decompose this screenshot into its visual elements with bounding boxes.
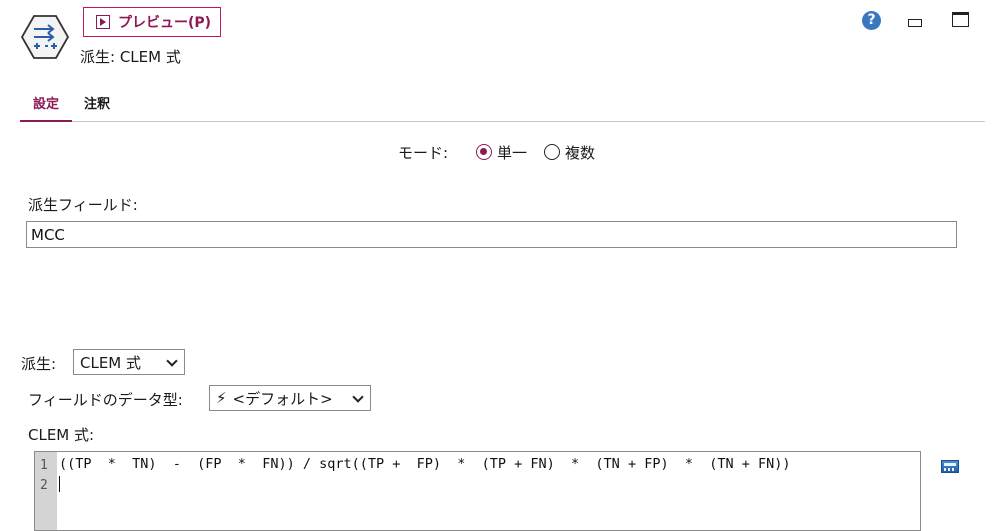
derive-as-label: 派生: <box>21 355 57 373</box>
derive-field-input[interactable] <box>26 221 957 248</box>
mode-multiple-label[interactable]: 複数 <box>565 142 595 163</box>
expression-line[interactable]: ((TP * TN) - (FP * FN)) / sqrt((TP + FP)… <box>59 456 791 472</box>
expression-builder-icon[interactable] <box>941 460 959 473</box>
minimize-icon[interactable] <box>908 19 922 27</box>
play-icon <box>96 15 110 29</box>
line-number: 1 <box>40 458 48 473</box>
lightning-icon: ⚡ <box>216 389 227 407</box>
mode-single-radio[interactable] <box>476 144 492 160</box>
mode-label: モード: <box>398 144 449 162</box>
preview-label: プレビュー(P) <box>118 15 212 31</box>
text-caret <box>59 476 60 492</box>
tab-annotations[interactable]: 注釈 <box>84 93 110 112</box>
preview-button[interactable]: プレビュー(P) <box>83 7 221 37</box>
field-type-label: フィールドのデータ型: <box>28 391 183 409</box>
active-tab-indicator <box>20 120 72 122</box>
tab-divider <box>20 121 985 122</box>
derive-node-icon <box>20 14 70 60</box>
line-number: 2 <box>40 478 48 493</box>
chevron-down-icon <box>166 355 178 367</box>
maximize-icon[interactable] <box>952 12 969 27</box>
field-type-value: <デフォルト> <box>232 389 333 408</box>
clem-expression-label: CLEM 式: <box>28 426 95 444</box>
mode-single-label[interactable]: 単一 <box>497 142 527 163</box>
window-title: 派生: CLEM 式 <box>80 48 181 66</box>
help-icon[interactable]: ? <box>862 11 881 30</box>
derive-as-select[interactable]: CLEM 式 <box>73 349 185 375</box>
field-type-select[interactable]: ⚡ <デフォルト> <box>209 385 371 411</box>
derive-field-label: 派生フィールド: <box>28 196 138 214</box>
clem-expression-editor[interactable]: 1 2 ((TP * TN) - (FP * FN)) / sqrt((TP +… <box>34 451 921 531</box>
mode-multiple-radio[interactable] <box>544 144 560 160</box>
line-number-gutter: 1 2 <box>35 452 57 530</box>
tab-settings[interactable]: 設定 <box>33 93 59 112</box>
chevron-down-icon <box>352 391 364 403</box>
derive-as-value: CLEM 式 <box>80 353 142 372</box>
